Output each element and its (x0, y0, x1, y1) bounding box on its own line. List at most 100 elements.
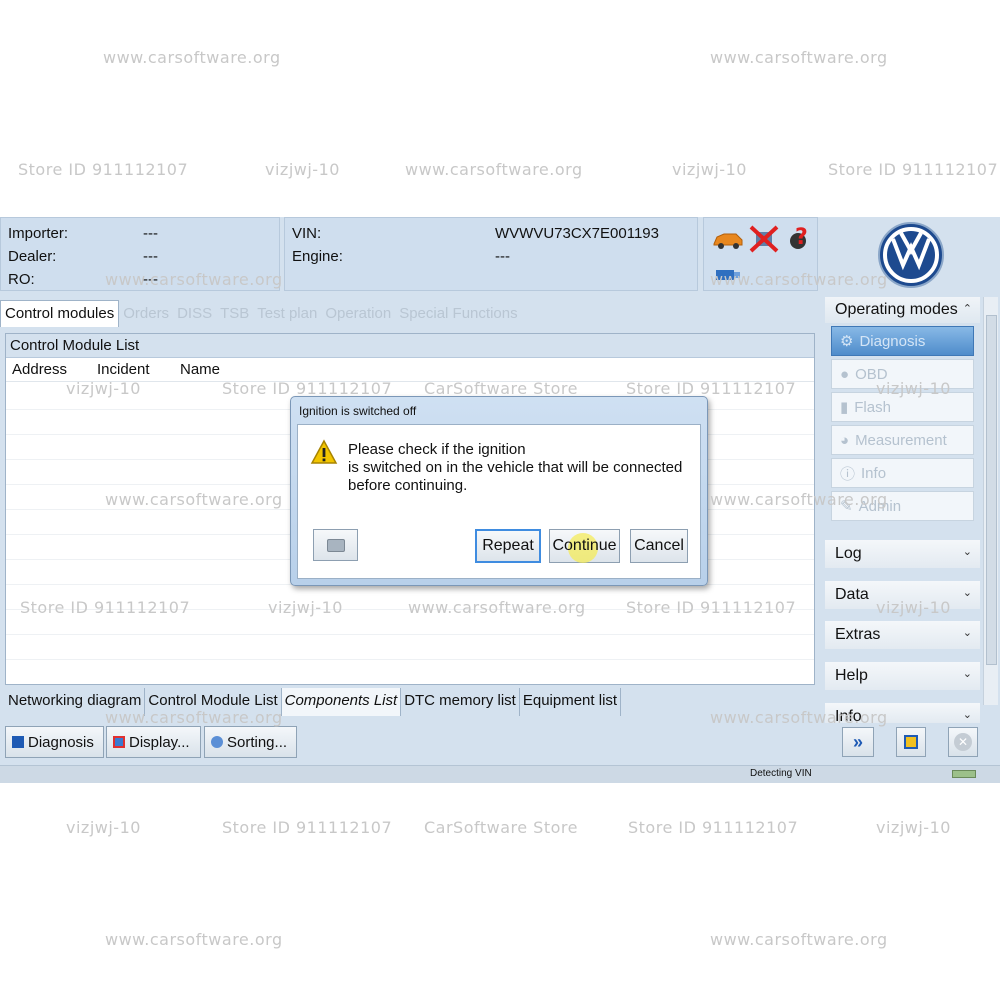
tab-networking-diagram[interactable]: Networking diagram (5, 688, 146, 716)
column-header-address[interactable]: Address (6, 361, 91, 378)
flash-icon: ▮ (840, 399, 849, 416)
vw-logo-icon (878, 222, 944, 288)
mode-admin[interactable]: ✎ Admin (831, 491, 974, 521)
tab-operation[interactable]: Operation (321, 301, 395, 327)
watermark: Store ID 911112107 (18, 160, 189, 179)
mode-diagnosis-label: Diagnosis (859, 332, 926, 350)
watermark: vizjwj-10 (265, 160, 340, 179)
sorting-button[interactable]: Sorting... (204, 726, 297, 758)
watermark: vizjwj-10 (672, 160, 747, 179)
watermark: www.carsoftware.org (405, 160, 583, 179)
mode-obd[interactable]: ● OBD (831, 359, 974, 389)
view-tabs: Networking diagram Control Module List C… (5, 688, 622, 716)
continue-button[interactable]: Continue (549, 529, 620, 563)
vin-value: WVWVU73CX7E001193 (495, 225, 659, 242)
chevron-down-icon: ⌄ (962, 627, 972, 639)
dialog-message-line: is switched on in the vehicle that will … (348, 459, 683, 476)
mode-admin-label: Admin (858, 497, 902, 515)
watermark: www.carsoftware.org (710, 48, 888, 67)
vin-label: VIN: (292, 225, 322, 242)
tab-special-functions[interactable]: Special Functions (395, 301, 521, 327)
fullscreen-icon[interactable] (896, 727, 926, 757)
tab-dtc-memory-list[interactable]: DTC memory list (401, 688, 520, 716)
vw-logo-panel (822, 217, 1000, 291)
column-header-name[interactable]: Name (174, 361, 220, 378)
engine-value: --- (495, 248, 510, 265)
section-log[interactable]: Log ⌄ (825, 540, 980, 568)
tab-test-plan[interactable]: Test plan (253, 301, 321, 327)
dealer-label: Dealer: (8, 248, 57, 265)
watermark: Store ID 911112107 (828, 160, 999, 179)
section-log-label: Log (835, 545, 862, 562)
screenshot-button[interactable] (313, 529, 358, 561)
section-info[interactable]: Info ⌄ (825, 703, 980, 723)
ignition-dialog: Ignition is switched off Please check if… (290, 396, 708, 586)
tab-tsb[interactable]: TSB (216, 301, 253, 327)
obd-icon: ● (840, 365, 850, 383)
mode-measurement[interactable]: ◕ Measurement (831, 425, 974, 455)
help-question-icon: ? (790, 225, 808, 250)
diagnosis-mode-icon: ⚙ (840, 333, 854, 350)
main-tabs: Control modules Orders DISS TSB Test pla… (0, 297, 820, 327)
tab-equipment-list[interactable]: Equipment list (519, 688, 622, 716)
exit-icon[interactable]: ✕ (948, 727, 978, 757)
operating-modes-header[interactable]: Operating modes ⌃ (825, 297, 980, 323)
mode-diagnosis[interactable]: ⚙ Diagnosis (831, 326, 974, 356)
repeat-button[interactable]: Repeat (475, 529, 541, 563)
dialog-message-line: before continuing. (348, 477, 468, 494)
column-header-row: Address Incident Name (6, 358, 814, 382)
sorting-button-label: Sorting... (227, 733, 288, 751)
chevron-down-icon: ⌄ (962, 709, 972, 721)
status-text: Detecting VIN (750, 768, 812, 779)
mode-info[interactable]: ⓘ Info (831, 458, 974, 488)
sorting-icon (211, 736, 223, 748)
watermark: www.carsoftware.org (710, 930, 888, 949)
section-data-label: Data (835, 586, 869, 603)
usb-icon (716, 270, 740, 280)
tab-control-modules[interactable]: Control modules (0, 300, 120, 327)
control-module-list-title: Control Module List (6, 334, 814, 358)
section-data[interactable]: Data ⌄ (825, 581, 980, 609)
section-help-label: Help (835, 667, 868, 684)
info-icon: ⓘ (840, 465, 856, 483)
operating-modes-panel: Operating modes ⌃ ⚙ Diagnosis ● OBD ▮ Fl… (825, 297, 980, 521)
ro-label: RO: (8, 271, 35, 288)
operating-modes-label: Operating modes (835, 301, 958, 318)
watermark: Store ID 911112107 (222, 818, 393, 837)
admin-icon: ✎ (840, 498, 853, 515)
svg-text:?: ? (795, 225, 808, 250)
dialog-message-line: Please check if the ignition (348, 441, 526, 458)
section-extras[interactable]: Extras ⌄ (825, 621, 980, 649)
watermark: Store ID 911112107 (628, 818, 799, 837)
display-button-label: Display... (129, 733, 190, 751)
tab-diss[interactable]: DISS (173, 301, 216, 327)
tab-components-list[interactable]: Components List (281, 688, 402, 716)
mode-flash-label: Flash (854, 398, 891, 416)
column-header-incident[interactable]: Incident (91, 361, 174, 378)
warning-icon (310, 439, 338, 464)
chevron-down-icon: ⌄ (962, 587, 972, 599)
battery-icon (952, 770, 976, 778)
diagnosis-icon (12, 736, 24, 748)
measurement-icon: ◕ (840, 431, 850, 449)
section-help[interactable]: Help ⌄ (825, 662, 980, 690)
status-bar: Detecting VIN (0, 765, 1000, 783)
continue-button-label: Continue (552, 537, 617, 554)
status-icons-panel: ? (703, 217, 818, 291)
scrollbar-thumb[interactable] (986, 315, 997, 665)
engine-label: Engine: (292, 248, 343, 265)
mode-obd-label: OBD (855, 365, 888, 383)
right-panel-scrollbar[interactable] (983, 297, 998, 705)
mode-measurement-label: Measurement (855, 431, 947, 449)
tab-control-module-list[interactable]: Control Module List (145, 688, 282, 716)
camera-icon (326, 538, 345, 552)
importer-label: Importer: (8, 225, 69, 242)
mode-flash[interactable]: ▮ Flash (831, 392, 974, 422)
forward-icon[interactable]: » (842, 727, 874, 757)
cancel-button[interactable]: Cancel (630, 529, 688, 563)
watermark: CarSoftware Store (424, 818, 578, 837)
tab-orders[interactable]: Orders (119, 301, 173, 327)
display-button[interactable]: Display... (106, 726, 201, 758)
chevron-down-icon: ⌄ (962, 668, 972, 680)
diagnosis-button[interactable]: Diagnosis (5, 726, 104, 758)
